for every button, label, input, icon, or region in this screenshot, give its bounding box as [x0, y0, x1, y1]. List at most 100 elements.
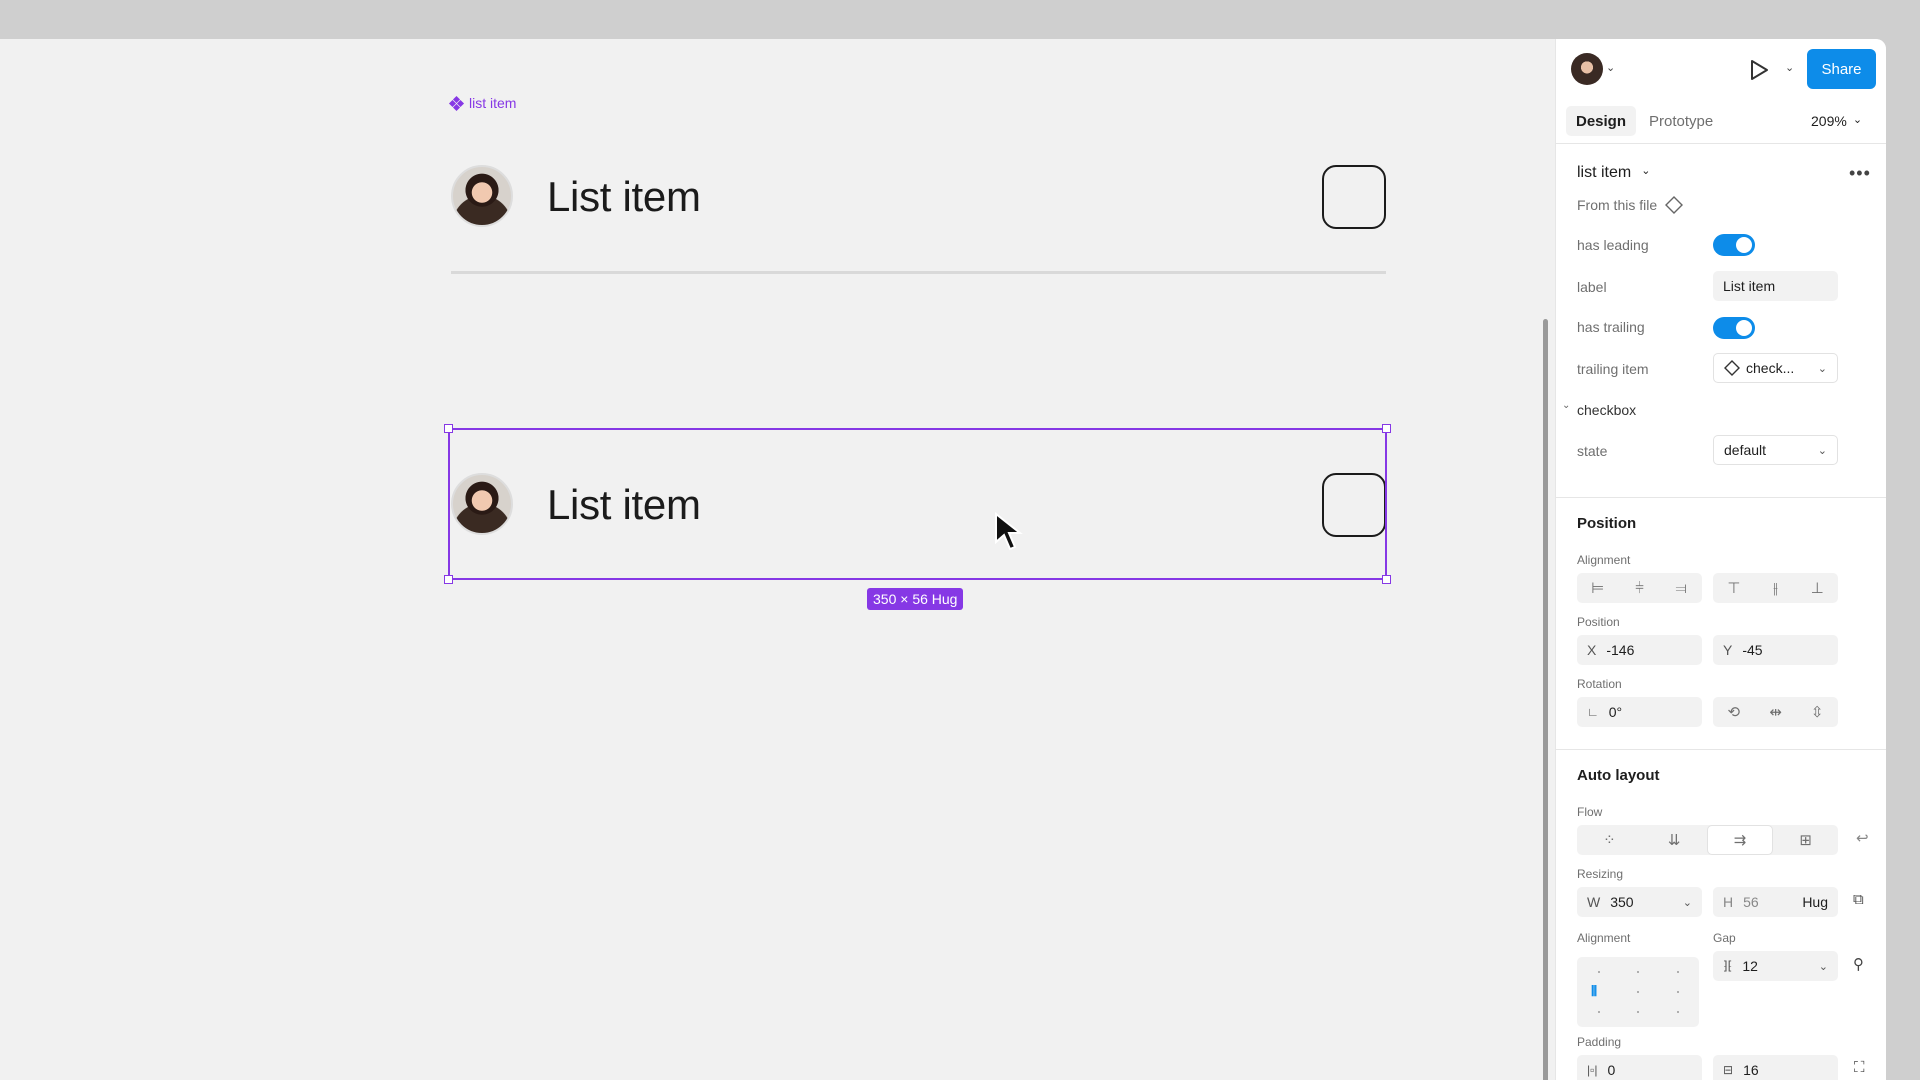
has-leading-label: has leading: [1577, 237, 1649, 253]
gap-label: Gap: [1713, 931, 1736, 945]
checkbox[interactable]: [1322, 165, 1386, 229]
vertical-padding-icon: ⊟: [1723, 1063, 1734, 1077]
align-right-icon[interactable]: ⫤: [1660, 573, 1702, 603]
component-frame-name: list item: [469, 95, 517, 111]
user-avatar[interactable]: [1571, 53, 1603, 85]
advanced-layout-settings-icon[interactable]: ⚲: [1853, 955, 1864, 973]
gap-icon: ⁆⁅: [1723, 959, 1733, 973]
component-instance-icon: [1665, 196, 1684, 214]
component-instance-icon: [1724, 360, 1740, 376]
size-badge: 350 × 56 Hug: [867, 588, 964, 610]
x-prefix: X: [1587, 642, 1597, 658]
divider: [1556, 749, 1886, 750]
state-dropdown[interactable]: default ⌄: [1713, 435, 1838, 465]
align-left-icon[interactable]: ⊨: [1577, 573, 1619, 603]
align-center-left-icon: ⦀: [1591, 983, 1598, 999]
share-button[interactable]: Share: [1807, 49, 1876, 89]
horizontal-align-group: ⊨ ⫩ ⫤: [1577, 573, 1702, 603]
has-leading-toggle[interactable]: [1713, 234, 1755, 256]
app-window: list item List item List item 350 × 56 H…: [0, 39, 1886, 1080]
chevron-down-icon[interactable]: ⌄: [1606, 61, 1615, 74]
component-source[interactable]: From this file: [1577, 196, 1684, 214]
has-trailing-label: has trailing: [1577, 319, 1645, 335]
tab-prototype[interactable]: Prototype: [1639, 106, 1723, 136]
auto-layout-section-title: Auto layout: [1577, 767, 1660, 784]
individual-padding-icon[interactable]: ⛶: [1854, 1059, 1865, 1076]
has-trailing-toggle[interactable]: [1713, 317, 1755, 339]
flip-horizontal-icon[interactable]: ⇹: [1755, 697, 1797, 727]
vertical-align-group: ⊤ ⫲ ⊥: [1713, 573, 1838, 603]
y-prefix: Y: [1723, 642, 1733, 658]
chevron-down-icon: ⌄: [1817, 444, 1827, 457]
layout-alignment-label: Alignment: [1577, 931, 1631, 945]
chevron-down-icon[interactable]: ⌄: [1562, 400, 1570, 411]
vertical-padding-input[interactable]: ⊟ 16: [1713, 1055, 1838, 1080]
component-name: list item: [1577, 164, 1632, 181]
zoom-control[interactable]: 209% ⌄: [1811, 113, 1862, 129]
align-center-horizontal-icon[interactable]: ⫩: [1619, 573, 1661, 603]
height-value: 56: [1743, 894, 1759, 910]
gap-input[interactable]: ⁆⁅ 12 ⌄: [1713, 951, 1838, 981]
clip-content-icon[interactable]: ⧉: [1853, 891, 1864, 908]
component-frame-label[interactable]: list item: [448, 95, 517, 111]
resizing-label: Resizing: [1577, 867, 1624, 881]
component-name-dropdown[interactable]: list item ⌄: [1577, 164, 1650, 182]
flow-direction-group: ⁘ ⇊ ⇉ ⊞: [1577, 825, 1838, 855]
alignment-grid[interactable]: ⦀: [1577, 957, 1699, 1027]
align-bottom-icon[interactable]: ⊥: [1796, 573, 1838, 603]
flip-vertical-icon[interactable]: ⇳: [1796, 697, 1838, 727]
h-prefix: H: [1723, 894, 1734, 910]
w-prefix: W: [1587, 894, 1601, 910]
canvas-scrollbar[interactable]: [1543, 319, 1548, 1080]
state-value: default: [1724, 442, 1767, 458]
resize-handle-top-right[interactable]: [1382, 424, 1391, 433]
divider: [1556, 143, 1886, 144]
resize-handle-bottom-right[interactable]: [1382, 575, 1391, 584]
chevron-down-icon[interactable]: ⌄: [1785, 61, 1794, 74]
flow-horizontal-icon[interactable]: ⇉: [1706, 825, 1774, 855]
resize-handle-top-left[interactable]: [444, 424, 453, 433]
height-input[interactable]: H 56 Hug: [1713, 887, 1838, 917]
selection-box[interactable]: [444, 424, 1391, 584]
nested-instance-name[interactable]: checkbox: [1577, 402, 1636, 418]
label-text-value: List item: [1723, 278, 1776, 294]
list-item-main-component[interactable]: List item: [451, 165, 1386, 229]
chevron-down-icon: ⌄: [1682, 896, 1692, 909]
avatar: [451, 165, 513, 227]
x-position-input[interactable]: X -146: [1577, 635, 1702, 665]
horizontal-padding-input[interactable]: |▫| 0: [1577, 1055, 1702, 1080]
align-center-vertical-icon[interactable]: ⫲: [1755, 573, 1797, 603]
resize-handle-bottom-left[interactable]: [444, 575, 453, 584]
trailing-item-dropdown[interactable]: check... ⌄: [1713, 353, 1838, 383]
tab-design[interactable]: Design: [1566, 106, 1637, 136]
rotation-input[interactable]: ∟ 0°: [1577, 697, 1702, 727]
trailing-item-label: trailing item: [1577, 361, 1649, 377]
transform-group: ⟲ ⇹ ⇳: [1713, 697, 1838, 727]
chevron-down-icon: ⌄: [1818, 960, 1828, 973]
align-top-icon[interactable]: ⊤: [1713, 573, 1755, 603]
label-text-field[interactable]: List item: [1713, 271, 1838, 301]
horizontal-padding-value: 0: [1607, 1062, 1616, 1078]
wrap-icon[interactable]: ↩: [1856, 829, 1869, 847]
component-source-label: From this file: [1577, 197, 1658, 213]
flow-freeform-icon[interactable]: ⁘: [1577, 825, 1642, 855]
flow-label: Flow: [1577, 805, 1603, 819]
chevron-down-icon: ⌄: [1852, 114, 1863, 126]
zoom-level: 209%: [1811, 113, 1847, 129]
chevron-down-icon: ⌄: [1817, 362, 1827, 375]
rotation-value: 0°: [1608, 704, 1623, 720]
chevron-down-icon: ⌄: [1641, 165, 1651, 177]
state-label: state: [1577, 443, 1608, 459]
present-play-icon[interactable]: [1749, 59, 1769, 81]
rotate-icon[interactable]: ⟲: [1713, 697, 1755, 727]
width-input[interactable]: W 350 ⌄: [1577, 887, 1702, 917]
divider: [1556, 497, 1886, 498]
flow-grid-icon[interactable]: ⊞: [1773, 825, 1838, 855]
list-item-label: List item: [547, 173, 701, 220]
design-canvas[interactable]: list item List item List item 350 × 56 H…: [0, 39, 1555, 1080]
label-prop-label: label: [1577, 279, 1607, 295]
y-value: -45: [1742, 642, 1763, 658]
more-options-icon[interactable]: •••: [1849, 163, 1871, 184]
flow-vertical-icon[interactable]: ⇊: [1642, 825, 1707, 855]
y-position-input[interactable]: Y -45: [1713, 635, 1838, 665]
